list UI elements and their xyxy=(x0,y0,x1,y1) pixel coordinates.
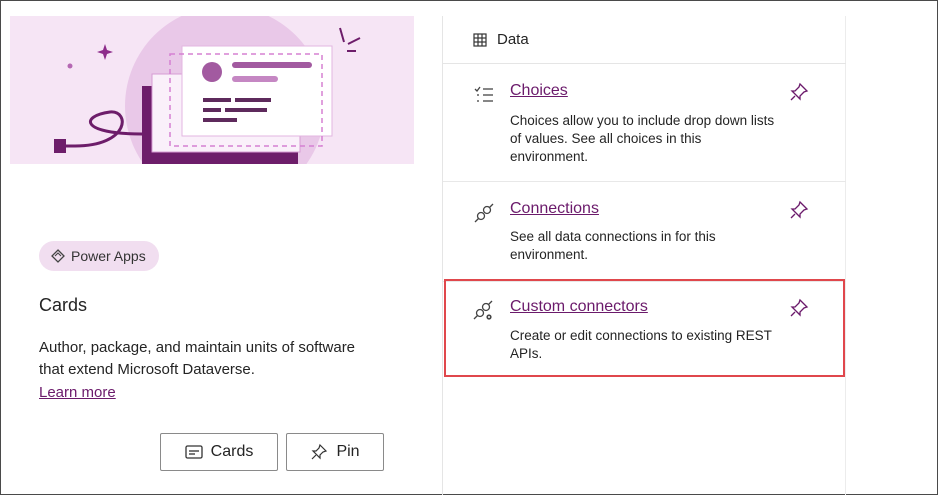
power-apps-badge: Power Apps xyxy=(39,241,159,271)
panel-header-label: Data xyxy=(497,31,529,48)
card-icon xyxy=(185,445,203,459)
power-apps-icon xyxy=(51,249,65,263)
table-icon xyxy=(473,32,487,47)
connections-link[interactable]: Connections xyxy=(510,200,599,218)
list-item-choices: Choices Choices allow you to include dro… xyxy=(443,78,846,181)
connections-description: See all data connections in for this env… xyxy=(510,229,716,262)
card-description: Author, package, and maintain units of s… xyxy=(39,339,356,378)
pin-button[interactable]: Pin xyxy=(286,433,384,471)
choices-description: Choices allow you to include drop down l… xyxy=(510,113,775,164)
badge-label: Power Apps xyxy=(71,248,146,264)
card-title: Cards xyxy=(39,295,88,315)
panel-header: Data xyxy=(443,16,846,64)
divider xyxy=(443,181,846,182)
pin-connections-icon[interactable] xyxy=(789,200,809,220)
choices-list-icon xyxy=(474,86,493,102)
pin-icon xyxy=(311,443,328,460)
list-item-connections: Connections See all data connections in … xyxy=(443,196,846,276)
highlight-box xyxy=(444,279,845,377)
hero-illustration xyxy=(10,16,414,164)
cards-card: Power Apps Cards Author, package, and ma… xyxy=(10,16,414,494)
choices-link[interactable]: Choices xyxy=(510,82,568,100)
pin-choices-icon[interactable] xyxy=(789,82,809,102)
data-panel: Data Choices Choices allow you to includ… xyxy=(442,16,846,495)
plug-connect-icon xyxy=(474,203,494,223)
learn-more-link[interactable]: Learn more xyxy=(39,384,116,401)
pin-button-label: Pin xyxy=(336,443,360,460)
cards-button[interactable]: Cards xyxy=(160,433,278,471)
cards-button-label: Cards xyxy=(210,443,254,460)
